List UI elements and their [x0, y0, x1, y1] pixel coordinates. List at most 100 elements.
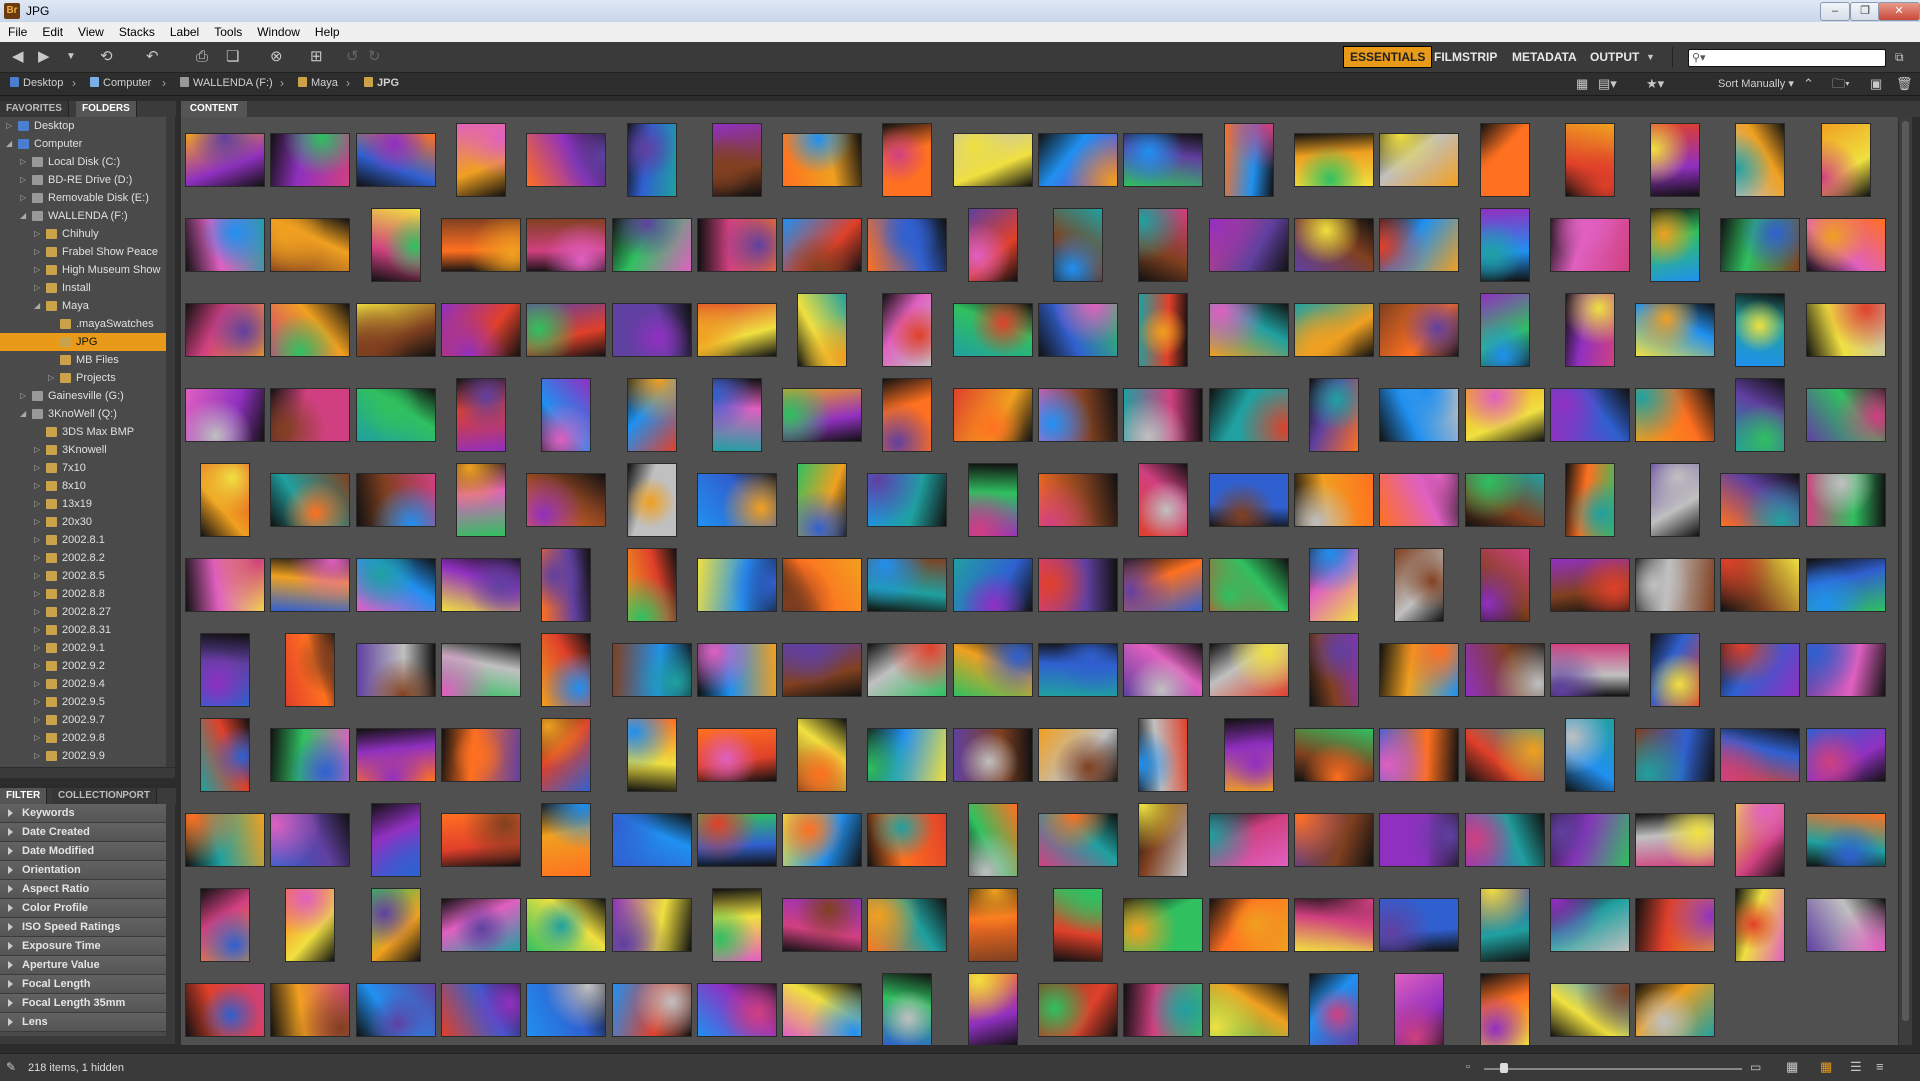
- thumbnail[interactable]: [1547, 798, 1630, 880]
- thumbnail[interactable]: [1462, 458, 1545, 540]
- thumbnail[interactable]: [182, 288, 265, 370]
- folder-tree-item[interactable]: ▷ BD-RE Drive (D:): [0, 171, 166, 189]
- menu-stacks[interactable]: Stacks: [111, 22, 162, 39]
- thumbnail[interactable]: [1120, 713, 1203, 795]
- go-to-parent-icon[interactable]: ⟲: [100, 48, 113, 66]
- thumbnail[interactable]: [864, 373, 947, 455]
- thumbnail[interactable]: [1120, 288, 1203, 370]
- expand-arrow-icon[interactable]: ▷: [34, 603, 40, 621]
- menu-tools[interactable]: Tools: [206, 22, 249, 39]
- thumbnail[interactable]: [1717, 798, 1800, 880]
- expand-arrow-icon[interactable]: ◢: [34, 297, 40, 315]
- expand-arrow-icon[interactable]: ▷: [34, 531, 40, 549]
- thumbnail[interactable]: [438, 543, 521, 625]
- thumbnail[interactable]: [1035, 968, 1118, 1045]
- thumbnail[interactable]: [1376, 543, 1459, 625]
- back-arrow-icon[interactable]: ◀: [12, 48, 24, 66]
- breadcrumb-separator-icon[interactable]: ›: [162, 76, 166, 90]
- folder-tree-item[interactable]: ▷ Gainesville (G:): [0, 387, 166, 405]
- thumbnail[interactable]: [1120, 883, 1203, 965]
- thumbnail[interactable]: [609, 883, 692, 965]
- expand-arrow-icon[interactable]: ▷: [34, 711, 40, 729]
- folder-tree-item[interactable]: ▷ 3Knowell: [0, 441, 166, 459]
- thumbnail[interactable]: [182, 373, 265, 455]
- thumbnail-size-slider-knob[interactable]: [1500, 1063, 1508, 1073]
- thumbnail[interactable]: [1120, 118, 1203, 200]
- thumbnail[interactable]: [1376, 373, 1459, 455]
- thumbnail[interactable]: [1462, 713, 1545, 795]
- thumbnail[interactable]: [1632, 373, 1715, 455]
- thumbnail[interactable]: [353, 543, 436, 625]
- folder-tree-item[interactable]: ▷ 2002.9.7: [0, 711, 166, 729]
- thumbnail[interactable]: [182, 203, 265, 285]
- thumbnail[interactable]: [779, 288, 862, 370]
- thumbnail[interactable]: [779, 373, 862, 455]
- thumbnail[interactable]: [950, 798, 1033, 880]
- thumbnail[interactable]: [950, 628, 1033, 710]
- thumbnail[interactable]: [864, 713, 947, 795]
- thumbnail[interactable]: [438, 373, 521, 455]
- expand-arrow-icon[interactable]: ▷: [34, 441, 40, 459]
- filter-category[interactable]: Focal Length 35mm: [0, 994, 166, 1013]
- folder-tree-item[interactable]: ▷ 2002.9.2: [0, 657, 166, 675]
- folder-tree-item[interactable]: ◢ 3KnoWell (Q:): [0, 405, 166, 423]
- thumbnail[interactable]: [182, 118, 265, 200]
- tab-content[interactable]: CONTENT: [181, 101, 247, 117]
- thumbnail[interactable]: [1206, 883, 1289, 965]
- folder-tree-item[interactable]: ▷ 2002.8.5: [0, 567, 166, 585]
- workspace-dropdown-icon[interactable]: ▼: [1646, 48, 1655, 66]
- filter-category[interactable]: Date Modified: [0, 842, 166, 861]
- thumbnail[interactable]: [1376, 203, 1459, 285]
- thumbnail[interactable]: [1120, 373, 1203, 455]
- thumbnail[interactable]: [523, 373, 606, 455]
- thumbnail[interactable]: [1376, 968, 1459, 1045]
- filter-category[interactable]: Aspect Ratio: [0, 880, 166, 899]
- thumbnail[interactable]: [864, 458, 947, 540]
- thumbnail[interactable]: [1120, 968, 1203, 1045]
- filter-category[interactable]: ISO Speed Ratings: [0, 918, 166, 937]
- thumbnail[interactable]: [438, 458, 521, 540]
- thumbnail[interactable]: [182, 968, 265, 1045]
- filter-category[interactable]: Color Profile: [0, 899, 166, 918]
- expand-arrow-icon[interactable]: ▷: [34, 477, 40, 495]
- thumbnail[interactable]: [779, 458, 862, 540]
- workspace-output[interactable]: OUTPUT: [1590, 50, 1639, 64]
- thumbnail[interactable]: [694, 203, 777, 285]
- thumbnail[interactable]: [1803, 713, 1886, 795]
- thumbnail[interactable]: [1035, 798, 1118, 880]
- tab-export[interactable]: EXPORT: [122, 788, 157, 804]
- thumbnail[interactable]: [1206, 373, 1289, 455]
- thumbnail[interactable]: [609, 288, 692, 370]
- workspace-filmstrip[interactable]: FILMSTRIP: [1434, 50, 1497, 64]
- thumbnail[interactable]: [1291, 968, 1374, 1045]
- expand-arrow-icon[interactable]: ◢: [20, 405, 26, 423]
- thumbnail[interactable]: [694, 713, 777, 795]
- thumbnail[interactable]: [1291, 458, 1374, 540]
- thumbnail[interactable]: [353, 203, 436, 285]
- thumbnail[interactable]: [1120, 543, 1203, 625]
- thumbnail[interactable]: [609, 798, 692, 880]
- folder-tree-item[interactable]: ▷ 13x19: [0, 495, 166, 513]
- thumbnail[interactable]: [523, 458, 606, 540]
- thumbnail[interactable]: [267, 118, 350, 200]
- expand-arrow-icon[interactable]: ▷: [20, 171, 26, 189]
- filter-star-icon[interactable]: ★▾: [1646, 75, 1664, 93]
- folder-tree-item[interactable]: MB Files: [0, 351, 166, 369]
- menu-label[interactable]: Label: [162, 22, 206, 39]
- sort-ascending-icon[interactable]: ⌃: [1803, 75, 1814, 93]
- expand-arrow-icon[interactable]: ▷: [34, 225, 40, 243]
- thumbnail[interactable]: [353, 373, 436, 455]
- thumbnail[interactable]: [1632, 798, 1715, 880]
- new-folder-icon[interactable]: ▣: [1870, 75, 1882, 93]
- folder-tree-item[interactable]: 3DS Max BMP: [0, 423, 166, 441]
- thumbnail[interactable]: [1462, 798, 1545, 880]
- thumbnail[interactable]: [438, 883, 521, 965]
- expand-arrow-icon[interactable]: ▷: [34, 585, 40, 603]
- thumbnail[interactable]: [950, 373, 1033, 455]
- expand-arrow-icon[interactable]: ▷: [34, 261, 40, 279]
- thumbnail[interactable]: [523, 883, 606, 965]
- expand-arrow-icon[interactable]: ▷: [20, 387, 26, 405]
- thumbnail[interactable]: [1547, 968, 1630, 1045]
- thumbnail[interactable]: [694, 288, 777, 370]
- thumbnail[interactable]: [694, 118, 777, 200]
